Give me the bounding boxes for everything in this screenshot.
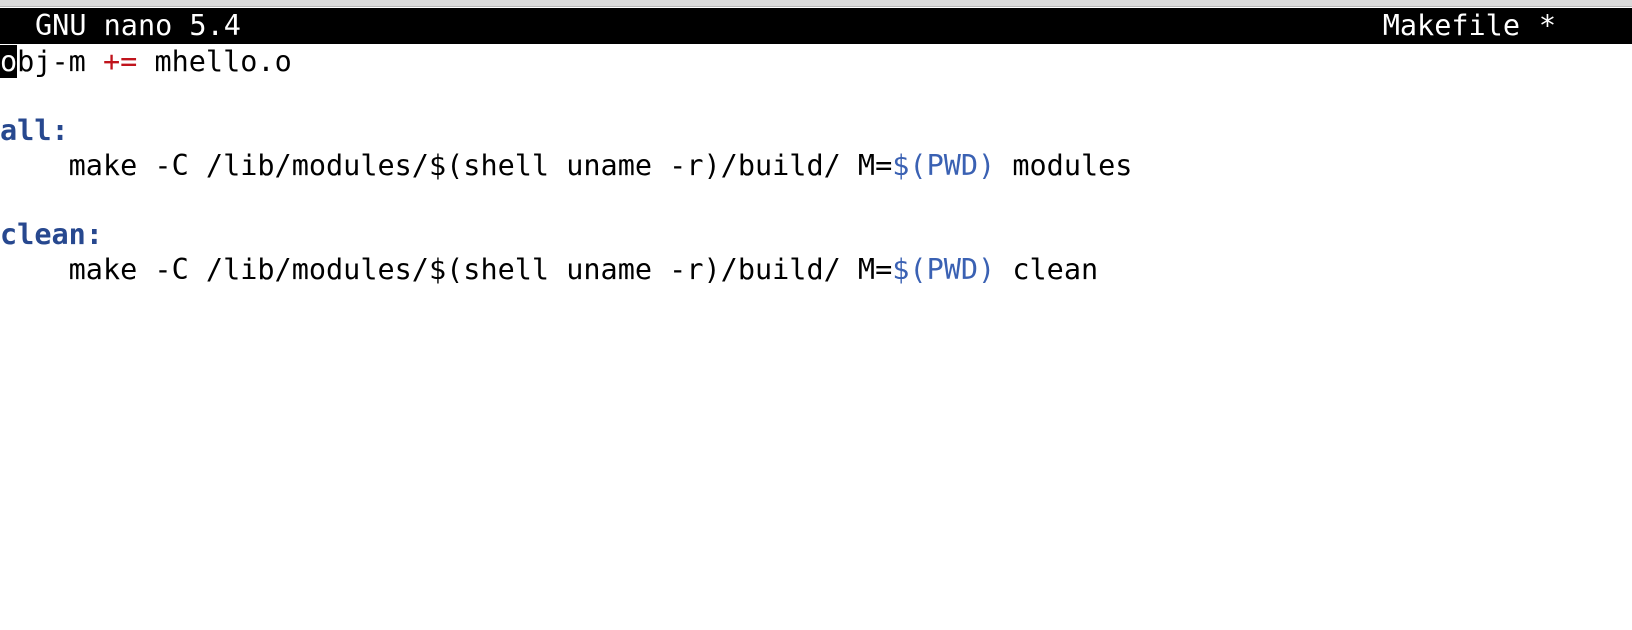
editor-line-7[interactable]: make -C /lib/modules/$(shell uname -r)/b… xyxy=(0,252,1099,288)
nano-title-bar: GNU nano 5.4 Makefile * xyxy=(0,8,1632,44)
line-text: bj-m xyxy=(17,45,103,78)
modified-indicator: * xyxy=(1538,9,1556,42)
text-cursor: o xyxy=(0,45,18,78)
editor-line-1[interactable]: obj-m += mhello.o xyxy=(0,44,292,80)
make-target-clean: clean: xyxy=(0,218,103,251)
make-variable: $(PWD) xyxy=(892,149,996,182)
window-top-edge xyxy=(0,0,1632,7)
line-text: mhello.o xyxy=(137,45,292,78)
assignment-operator: += xyxy=(102,45,138,78)
make-target-all: all: xyxy=(0,114,69,147)
make-variable: $(PWD) xyxy=(892,253,996,286)
line-text: modules xyxy=(995,149,1133,182)
text-editor-area[interactable]: obj-m += mhello.o all: make -C /lib/modu… xyxy=(0,44,1632,630)
editor-line-3[interactable]: all: xyxy=(0,113,69,149)
line-text: make -C /lib/modules/$(shell uname -r)/b… xyxy=(68,253,893,286)
file-name-label: Makefile xyxy=(1382,9,1520,42)
editor-line-4[interactable]: make -C /lib/modules/$(shell uname -r)/b… xyxy=(0,148,1133,184)
line-text: make -C /lib/modules/$(shell uname -r)/b… xyxy=(68,149,893,182)
app-version-label: GNU nano 5.4 xyxy=(35,9,241,42)
editor-line-6[interactable]: clean: xyxy=(0,217,103,253)
line-text: clean xyxy=(995,253,1099,286)
